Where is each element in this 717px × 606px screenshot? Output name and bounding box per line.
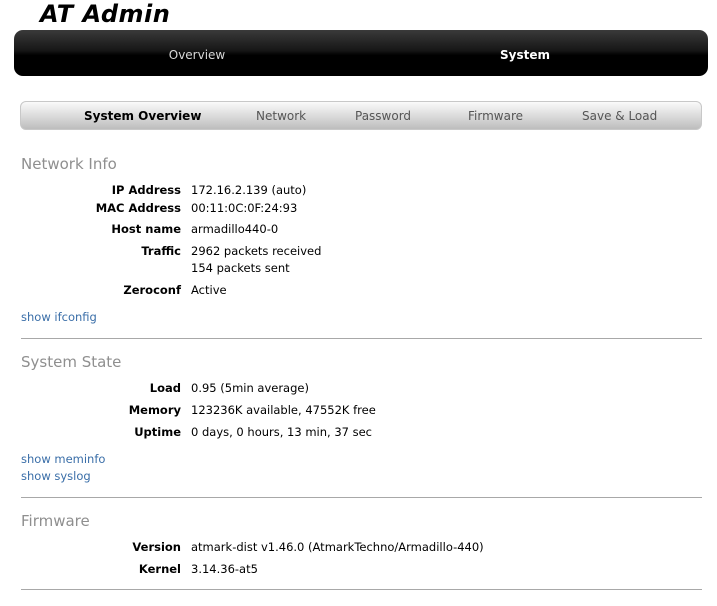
network-info-title: Network Info bbox=[21, 155, 117, 173]
ip-address-label: IP Address bbox=[111, 183, 181, 197]
kernel-label: Kernel bbox=[138, 562, 181, 576]
system-state-title: System State bbox=[21, 353, 122, 371]
sub-nav: System Overview Network Password Firmwar… bbox=[20, 101, 702, 130]
memory-value: 123236K available, 47552K free bbox=[191, 403, 376, 417]
zeroconf-value: Active bbox=[191, 283, 227, 297]
main-nav-overview[interactable]: Overview bbox=[14, 30, 380, 76]
traffic-sent-value: 154 packets sent bbox=[191, 261, 290, 275]
uptime-value: 0 days, 0 hours, 13 min, 37 sec bbox=[191, 425, 373, 439]
load-value: 0.95 (5min average) bbox=[191, 381, 309, 395]
tab-network[interactable]: Network bbox=[256, 102, 306, 131]
section-divider bbox=[21, 497, 702, 498]
show-meminfo-link[interactable]: show meminfo bbox=[21, 452, 105, 466]
uptime-label: Uptime bbox=[134, 425, 181, 439]
traffic-label: Traffic bbox=[141, 244, 181, 258]
show-ifconfig-link[interactable]: show ifconfig bbox=[21, 310, 97, 324]
host-name-label: Host name bbox=[111, 222, 181, 236]
mac-address-value: 00:11:0C:0F:24:93 bbox=[191, 201, 298, 215]
tab-save-load[interactable]: Save & Load bbox=[582, 102, 657, 131]
tab-password[interactable]: Password bbox=[355, 102, 411, 131]
section-divider bbox=[21, 338, 702, 339]
zeroconf-label: Zeroconf bbox=[123, 283, 181, 297]
version-label: Version bbox=[132, 540, 181, 554]
tab-firmware[interactable]: Firmware bbox=[468, 102, 523, 131]
main-nav: Overview System bbox=[14, 30, 708, 76]
load-label: Load bbox=[149, 381, 181, 395]
main-nav-system[interactable]: System bbox=[360, 30, 690, 76]
show-syslog-link[interactable]: show syslog bbox=[21, 469, 91, 483]
mac-address-label: MAC Address bbox=[95, 201, 181, 215]
ip-address-value: 172.16.2.139 (auto) bbox=[191, 183, 307, 197]
version-value: atmark-dist v1.46.0 (AtmarkTechno/Armadi… bbox=[191, 540, 484, 554]
host-name-value: armadillo440-0 bbox=[191, 222, 279, 236]
section-divider bbox=[21, 589, 702, 590]
memory-label: Memory bbox=[128, 403, 181, 417]
traffic-received-value: 2962 packets received bbox=[191, 244, 322, 258]
app-title: AT Admin bbox=[40, 0, 171, 28]
firmware-title: Firmware bbox=[21, 512, 90, 530]
tab-system-overview[interactable]: System Overview bbox=[84, 102, 201, 131]
kernel-value: 3.14.36-at5 bbox=[191, 562, 258, 576]
